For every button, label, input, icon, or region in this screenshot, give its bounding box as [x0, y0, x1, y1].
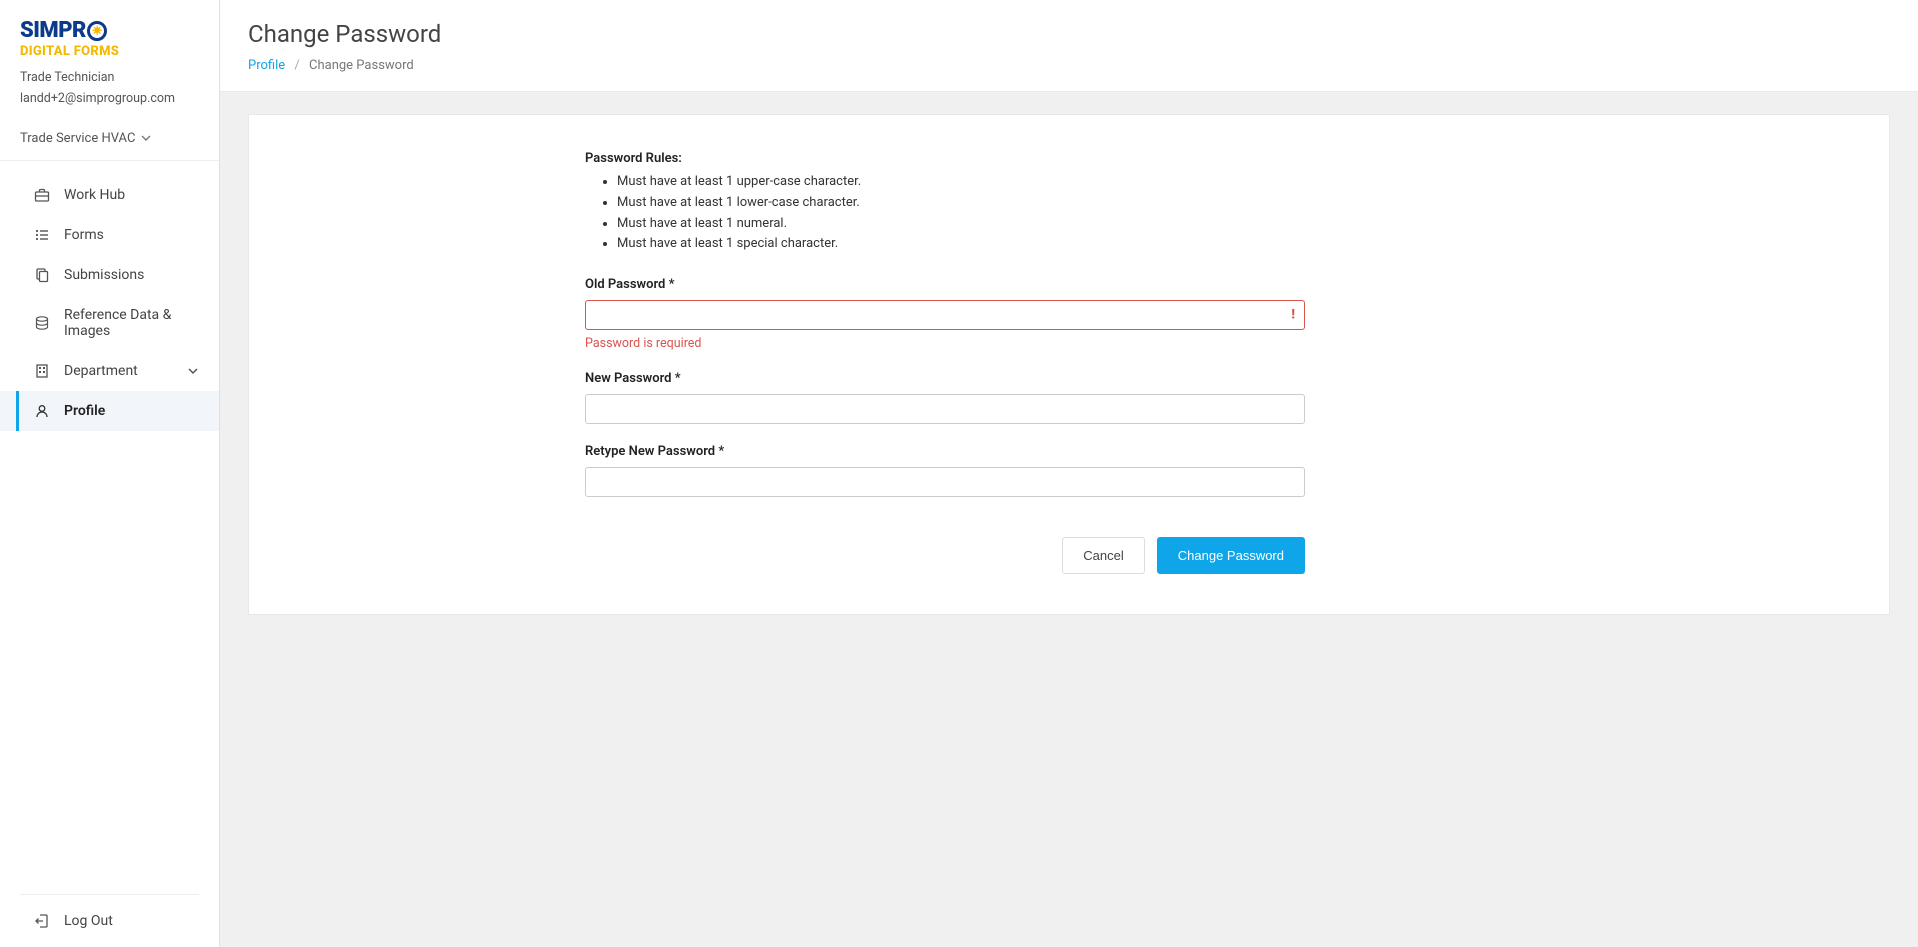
- database-icon: [34, 315, 50, 331]
- sidebar-item-label: Reference Data & Images: [64, 307, 199, 339]
- new-password-label: New Password *: [585, 371, 1305, 386]
- cancel-button[interactable]: Cancel: [1062, 537, 1144, 574]
- password-rule: Must have at least 1 numeral.: [617, 214, 1305, 235]
- nav: Work Hub Forms Submissions Reference Dat…: [0, 161, 219, 895]
- retype-password-group: Retype New Password *: [585, 444, 1305, 497]
- user-icon: [34, 403, 50, 419]
- org-name: Trade Service HVAC: [20, 131, 135, 146]
- list-icon: [34, 227, 50, 243]
- logo: SIMPR DIGITAL FORMS: [20, 20, 199, 59]
- sidebar-item-label: Forms: [64, 227, 199, 243]
- gear-icon: [87, 21, 107, 41]
- org-selector[interactable]: Trade Service HVAC: [0, 123, 219, 161]
- change-password-button[interactable]: Change Password: [1157, 537, 1305, 574]
- old-password-error: Password is required: [585, 336, 1305, 351]
- password-rules-list: Must have at least 1 upper-case characte…: [585, 172, 1305, 255]
- breadcrumb-profile-link[interactable]: Profile: [248, 58, 285, 73]
- new-password-group: New Password *: [585, 371, 1305, 424]
- password-rule: Must have at least 1 special character.: [617, 234, 1305, 255]
- sidebar: SIMPR DIGITAL FORMS Trade Technician lan…: [0, 0, 220, 947]
- old-password-label: Old Password *: [585, 277, 1305, 292]
- logo-line1: SIMPR: [20, 20, 199, 42]
- briefcase-icon: [34, 187, 50, 203]
- retype-password-label: Retype New Password *: [585, 444, 1305, 459]
- user-role: Trade Technician: [20, 69, 199, 88]
- password-rules-title: Password Rules:: [585, 151, 1305, 166]
- sidebar-item-label: Log Out: [64, 913, 179, 929]
- sidebar-item-department[interactable]: Department: [0, 351, 219, 391]
- password-rule: Must have at least 1 lower-case characte…: [617, 193, 1305, 214]
- sidebar-item-label: Profile: [64, 403, 199, 419]
- form-actions: Cancel Change Password: [585, 537, 1305, 574]
- chevron-down-icon: [141, 133, 151, 143]
- chevron-down-icon: [187, 365, 199, 377]
- user-email: landd+2@simprogroup.com: [20, 90, 199, 109]
- sidebar-item-forms[interactable]: Forms: [0, 215, 219, 255]
- copy-icon: [34, 267, 50, 283]
- new-password-input[interactable]: [585, 394, 1305, 424]
- sidebar-item-log-out[interactable]: Log Out: [20, 901, 199, 941]
- error-icon: !: [1291, 308, 1295, 323]
- content-wrap: Password Rules: Must have at least 1 upp…: [220, 92, 1918, 947]
- old-password-input[interactable]: [585, 300, 1305, 330]
- old-password-group: Old Password * ! Password is required: [585, 277, 1305, 351]
- building-icon: [34, 363, 50, 379]
- sidebar-item-label: Department: [64, 363, 173, 379]
- topbar: Change Password Profile / Change Passwor…: [220, 0, 1918, 92]
- sidebar-item-profile[interactable]: Profile: [0, 391, 219, 431]
- retype-password-input[interactable]: [585, 467, 1305, 497]
- sidebar-item-reference[interactable]: Reference Data & Images: [0, 295, 219, 351]
- user-info: Trade Technician landd+2@simprogroup.com: [20, 69, 199, 109]
- logout-icon: [34, 913, 50, 929]
- sidebar-header: SIMPR DIGITAL FORMS Trade Technician lan…: [0, 0, 219, 123]
- sidebar-item-label: Work Hub: [64, 187, 199, 203]
- card: Password Rules: Must have at least 1 upp…: [248, 114, 1890, 615]
- breadcrumb: Profile / Change Password: [248, 58, 1890, 73]
- sidebar-footer: Log Out: [20, 894, 199, 947]
- sidebar-item-submissions[interactable]: Submissions: [0, 255, 219, 295]
- logo-line2: DIGITAL FORMS: [20, 44, 199, 59]
- page-title: Change Password: [248, 20, 1890, 48]
- sidebar-item-work-hub[interactable]: Work Hub: [0, 175, 219, 215]
- breadcrumb-current: Change Password: [309, 58, 414, 73]
- logo-text-simpr: SIMPR: [20, 20, 86, 42]
- password-rule: Must have at least 1 upper-case characte…: [617, 172, 1305, 193]
- sidebar-item-label: Submissions: [64, 267, 199, 283]
- change-password-form: Password Rules: Must have at least 1 upp…: [585, 151, 1305, 574]
- breadcrumb-separator: /: [294, 58, 299, 73]
- main: Change Password Profile / Change Passwor…: [220, 0, 1918, 947]
